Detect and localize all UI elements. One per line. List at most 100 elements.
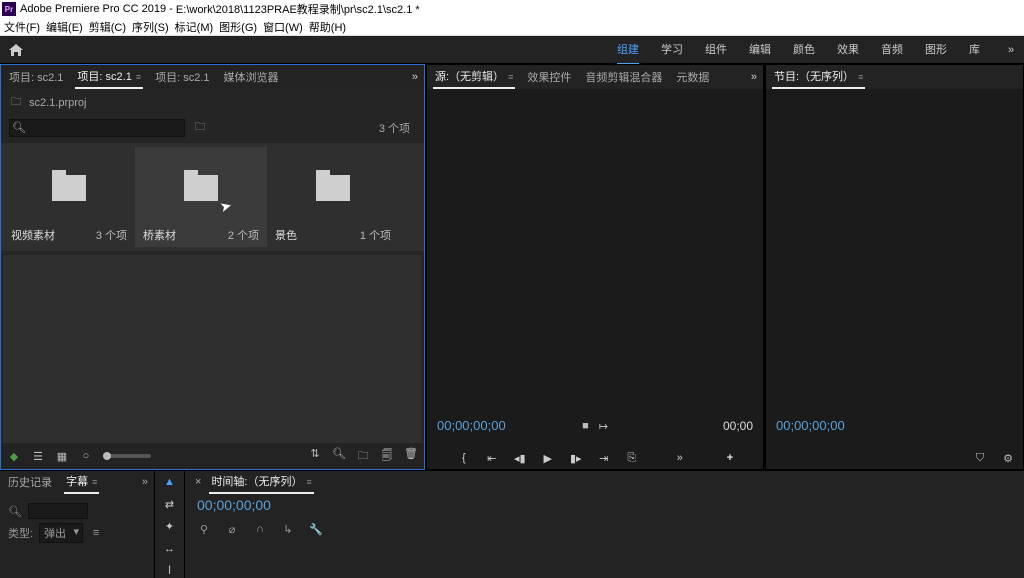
project-folder-icon: 🗀 — [9, 93, 23, 112]
insert-icon[interactable]: ⎘ — [625, 452, 639, 465]
snap-icon[interactable]: ⚲ — [197, 523, 211, 536]
title-app: Adobe Premiere Pro CC 2019 — [20, 3, 166, 15]
menu-window[interactable]: 窗口(W) — [263, 19, 303, 35]
tab-source[interactable]: 源:（无剪辑）≡ — [433, 65, 515, 89]
step-fwd-icon[interactable]: ▮▸ — [569, 452, 583, 465]
step-icon[interactable]: ↦ — [599, 420, 608, 433]
workspace-edits[interactable]: 编辑 — [749, 35, 771, 65]
source-duration: 00;00 — [723, 419, 753, 433]
source-monitor[interactable]: 00;00;00;00 ■ ↦ 00;00 { ⇤ ◂▮ ▶ ▮▸ ⇥ ⎘ » … — [427, 89, 763, 469]
home-button[interactable] — [0, 36, 32, 63]
workspace-overflow[interactable]: » — [998, 44, 1024, 56]
chevron-down-icon: ▾ — [74, 525, 80, 538]
slip-tool[interactable]: ↔ — [161, 542, 179, 556]
tab-menu-icon[interactable]: ≡ — [136, 72, 141, 82]
tab-timeline[interactable]: 时间轴:（无序列）≡ — [209, 470, 313, 494]
tab-metadata[interactable]: 元数据 — [674, 66, 711, 88]
new-item-button[interactable]: 🗐 — [380, 447, 394, 466]
captions-type-value: 弹出 — [44, 528, 66, 540]
workspace-assembly[interactable]: 组建 — [617, 35, 639, 65]
stop-icon[interactable]: ■ — [582, 420, 589, 433]
source-tabs-overflow[interactable]: » — [751, 71, 757, 83]
new-bin-button[interactable]: 🗀 — [356, 447, 370, 466]
tab-menu-icon[interactable]: ≡ — [858, 72, 863, 82]
tab-captions[interactable]: 字幕≡ — [64, 470, 99, 494]
workspace-editing[interactable]: 组件 — [705, 35, 727, 65]
workspace-audio[interactable]: 音频 — [881, 35, 903, 65]
tab-history[interactable]: 历史记录 — [6, 471, 54, 493]
tab-media-browser[interactable]: 媒体浏览器 — [221, 66, 280, 88]
menu-help[interactable]: 帮助(H) — [309, 19, 346, 35]
go-in-icon[interactable]: ⇤ — [485, 452, 499, 465]
bin-bridge[interactable]: 桥素材 2 个项 — [135, 147, 267, 247]
settings-icon[interactable]: ⚙ — [1001, 452, 1015, 465]
tab-menu-icon[interactable]: ≡ — [92, 477, 97, 487]
timeline-timecode[interactable]: 00;00;00;00 — [185, 493, 1024, 517]
workspace-effects[interactable]: 效果 — [837, 35, 859, 65]
menu-edit[interactable]: 编辑(E) — [46, 19, 83, 35]
project-empty-area[interactable] — [3, 255, 422, 443]
tab-menu-icon[interactable]: ≡ — [307, 477, 312, 487]
ripple-tool[interactable]: ✦ — [161, 519, 179, 533]
tab-project-3[interactable]: 项目: sc2.1 — [153, 66, 211, 88]
write-lock-icon[interactable]: ◆ — [7, 450, 21, 463]
captions-search-input[interactable] — [28, 503, 88, 519]
app-icon: Pr — [2, 2, 16, 16]
bin-scenery[interactable]: 景色 1 个项 — [267, 147, 399, 247]
project-search-input[interactable] — [9, 119, 185, 137]
step-back-icon[interactable]: ◂▮ — [513, 452, 527, 465]
delete-button[interactable]: 🗑 — [404, 447, 418, 466]
history-panel: 历史记录 字幕≡ » 🔍︎ 类型: 弹出 ▾ ≡ — [0, 471, 155, 578]
tab-effect-controls[interactable]: 效果控件 — [525, 66, 573, 88]
list-view-icon[interactable]: ☰ — [31, 450, 45, 463]
captions-stream-icon[interactable]: ≡ — [89, 527, 103, 539]
settings-wrench-icon[interactable]: 🔧 — [309, 523, 323, 536]
program-timecode[interactable]: 00;00;00;00 — [776, 418, 845, 433]
program-panel: 节目:（无序列）≡ 00;00;00;00 ⛉ ⚙ — [765, 64, 1024, 470]
workspace-learning[interactable]: 学习 — [661, 35, 683, 65]
safe-margins-icon[interactable]: ⛉ — [973, 452, 987, 465]
tab-menu-icon[interactable]: ≡ — [508, 72, 513, 82]
track-select-tool[interactable]: ⇄ — [161, 497, 179, 511]
overflow-icon[interactable]: » — [673, 452, 687, 465]
project-tabs-overflow[interactable]: » — [412, 71, 418, 83]
captions-type-label: 类型: — [8, 525, 33, 541]
source-timecode-in[interactable]: 00;00;00;00 — [437, 418, 506, 433]
go-out-icon[interactable]: ⇥ — [597, 452, 611, 465]
menu-sequence[interactable]: 序列(S) — [132, 19, 169, 35]
find-icon[interactable]: 🔍︎ — [332, 447, 346, 466]
program-tabs: 节目:（无序列）≡ — [766, 65, 1023, 89]
tab-program[interactable]: 节目:（无序列）≡ — [772, 65, 865, 89]
tab-project-1[interactable]: 项目: sc2.1 — [7, 66, 65, 88]
workspace-library[interactable]: 库 — [969, 35, 980, 65]
add-button-icon[interactable]: + — [727, 452, 733, 465]
tab-project-2[interactable]: 项目: sc2.1≡ — [75, 65, 143, 89]
workspace-tabs: 组建 学习 组件 编辑 颜色 效果 音频 图形 库 — [617, 35, 998, 65]
play-icon[interactable]: ▶ — [541, 452, 555, 465]
menu-graphics[interactable]: 图形(G) — [219, 19, 257, 35]
captions-type-select[interactable]: 弹出 ▾ — [39, 523, 83, 543]
zoom-slider[interactable] — [103, 454, 151, 458]
menu-file[interactable]: 文件(F) — [4, 19, 40, 35]
link-icon[interactable]: ⌀ — [225, 523, 239, 536]
tab-audio-mixer[interactable]: 音频剪辑混合器 — [583, 66, 664, 88]
workspace-graphics[interactable]: 图形 — [925, 35, 947, 65]
workspace-color[interactable]: 颜色 — [793, 35, 815, 65]
marker-icon[interactable]: ∩ — [253, 523, 267, 536]
menu-clip[interactable]: 剪辑(C) — [89, 19, 126, 35]
bin-count: 1 个项 — [360, 227, 391, 243]
timeline-close-icon[interactable]: × — [195, 476, 201, 488]
freeform-view-icon[interactable]: ○ — [79, 450, 93, 462]
icon-view-icon[interactable]: ▦ — [55, 450, 69, 463]
bin-name: 景色 — [275, 227, 297, 243]
bin-count: 2 个项 — [228, 227, 259, 243]
mark-in-icon[interactable]: { — [457, 452, 471, 465]
add-marker-icon[interactable]: ↳ — [281, 523, 295, 536]
menu-mark[interactable]: 标记(M) — [175, 19, 214, 35]
bin-video[interactable]: 视频素材 3 个项 — [3, 147, 135, 247]
new-bin-icon[interactable]: 🗀 — [193, 118, 207, 137]
program-monitor[interactable]: 00;00;00;00 ⛉ ⚙ — [766, 89, 1023, 469]
sort-icon[interactable]: ⇅ — [308, 447, 322, 466]
selection-tool[interactable]: ▲ — [161, 475, 179, 489]
history-overflow[interactable]: » — [142, 476, 148, 488]
